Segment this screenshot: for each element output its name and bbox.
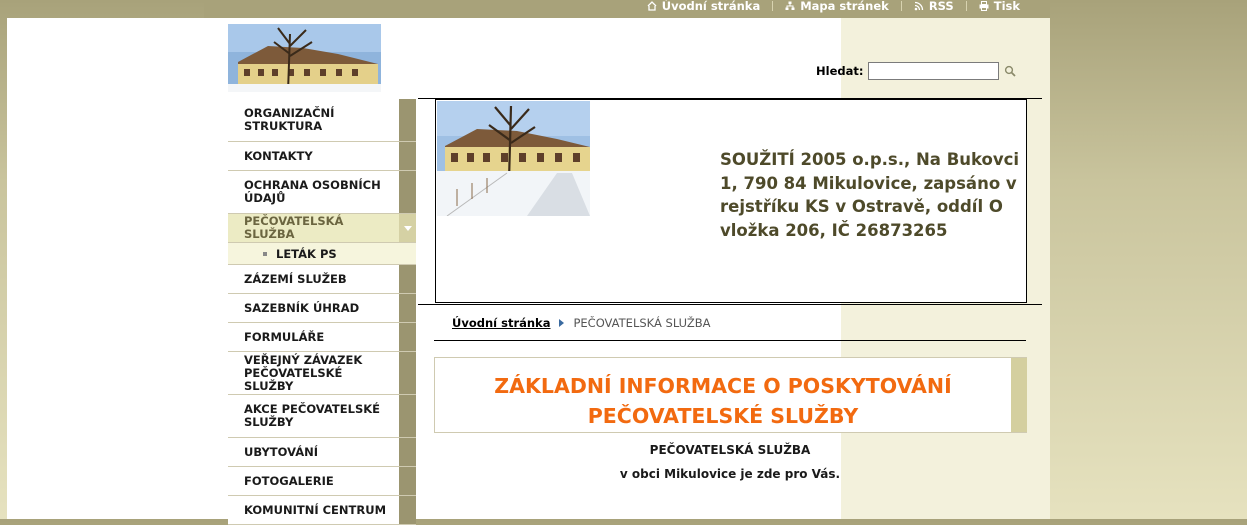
content-paragraph: PEČOVATELSKÁ SLUŽBA bbox=[649, 443, 811, 457]
nav-item-pecovatelska-sluzba[interactable]: PEČOVATELSKÁ SLUŽBA bbox=[228, 214, 416, 243]
nav-item-label: FOTOGALERIE bbox=[244, 473, 334, 488]
content-paragraph: v obci Mikulovice je zde pro Vás. bbox=[619, 467, 841, 481]
nav-item-fotogalerie[interactable]: FOTOGALERIE bbox=[228, 467, 416, 496]
site-logo[interactable] bbox=[228, 24, 381, 92]
home-icon bbox=[647, 1, 657, 11]
nav-item-organizacni-struktura[interactable]: ORGANIZAČNÍ STRUKTURA bbox=[228, 99, 416, 142]
nav-item-ubytovani[interactable]: UBYTOVÁNÍ bbox=[228, 438, 416, 467]
nav-item-verejny-zavazek[interactable]: VEŘEJNÝ ZÁVAZEK PEČOVATELSKÉ SLUŽBY bbox=[228, 352, 416, 395]
search-bar: Hledat: bbox=[816, 62, 1017, 80]
nav-subitem-label: LETÁK PS bbox=[276, 246, 337, 261]
breadcrumb-rule bbox=[434, 340, 1026, 341]
toplink-home[interactable]: Úvodní stránka bbox=[635, 0, 772, 13]
sitemap-icon bbox=[785, 1, 795, 10]
search-label: Hledat: bbox=[816, 64, 864, 78]
toplink-rss[interactable]: RSS bbox=[902, 0, 966, 13]
nav-item-label: OCHRANA OSOBNÍCH ÚDAJŮ bbox=[244, 178, 381, 205]
print-icon bbox=[979, 1, 989, 11]
nav-item-zazemi-sluzeb[interactable]: ZÁZEMÍ SLUŽEB bbox=[228, 265, 416, 294]
nav-item-akce-pecovatelske-sluzby[interactable]: AKCE PEČOVATELSKÉ SLUŽBY bbox=[228, 395, 416, 438]
nav-item-label: PEČOVATELSKÁ SLUŽBA bbox=[244, 214, 344, 241]
company-info: SOUŽITÍ 2005 o.p.s., Na Bukovci 1, 790 8… bbox=[720, 150, 1020, 240]
toplink-sitemap[interactable]: Mapa stránek bbox=[773, 0, 901, 13]
nav-item-label: FORMULÁŘE bbox=[244, 329, 325, 344]
toplink-rss-label: RSS bbox=[928, 0, 954, 13]
toplink-print[interactable]: Tisk bbox=[967, 0, 1032, 13]
nav-subitem-letak-ps[interactable]: LETÁK PS bbox=[228, 243, 416, 265]
toplink-print-label: Tisk bbox=[993, 0, 1020, 13]
top-links: Úvodní stránka Mapa stránek RSS Tisk bbox=[635, 0, 1032, 13]
search-input[interactable] bbox=[868, 62, 1000, 80]
nav-item-label: ORGANIZAČNÍ STRUKTURA bbox=[244, 106, 335, 133]
logo-building-image bbox=[228, 24, 381, 92]
header-photo bbox=[437, 101, 590, 216]
breadcrumb-current: PEČOVATELSKÁ SLUŽBA bbox=[573, 316, 711, 330]
nav-item-label: SAZEBNÍK ÚHRAD bbox=[244, 300, 360, 315]
sidebar-nav: ORGANIZAČNÍ STRUKTURA KONTAKTY OCHRANA O… bbox=[228, 99, 416, 525]
search-icon[interactable] bbox=[1004, 65, 1017, 77]
header-bottom-rule bbox=[418, 304, 1042, 305]
page-title: ZÁKLADNÍ INFORMACE O POSKYTOVÁNÍ PEČOVAT… bbox=[494, 374, 952, 428]
nav-item-label: KOMUNITNÍ CENTRUM bbox=[244, 502, 387, 517]
nav-item-label: ZÁZEMÍ SLUŽEB bbox=[244, 271, 347, 286]
building-winter-image bbox=[437, 101, 590, 216]
nav-item-label: VEŘEJNÝ ZÁVAZEK PEČOVATELSKÉ SLUŽBY bbox=[244, 352, 363, 393]
nav-item-label: AKCE PEČOVATELSKÉ SLUŽBY bbox=[244, 402, 380, 429]
nav-item-label: KONTAKTY bbox=[244, 148, 313, 163]
page-title-box: ZÁKLADNÍ INFORMACE O POSKYTOVÁNÍ PEČOVAT… bbox=[434, 357, 1027, 433]
toplink-sitemap-label: Mapa stránek bbox=[800, 0, 889, 13]
nav-item-kontakty[interactable]: KONTAKTY bbox=[228, 142, 416, 171]
breadcrumb: Úvodní stránka PEČOVATELSKÁ SLUŽBA bbox=[452, 316, 711, 330]
breadcrumb-arrow-icon bbox=[559, 319, 565, 327]
nav-item-label: UBYTOVÁNÍ bbox=[244, 444, 319, 459]
nav-item-komunitni-centrum[interactable]: KOMUNITNÍ CENTRUM bbox=[228, 496, 416, 525]
breadcrumb-home-link[interactable]: Úvodní stránka bbox=[452, 316, 550, 330]
rss-icon bbox=[914, 1, 923, 11]
nav-item-sazebnik-uhrad[interactable]: SAZEBNÍK ÚHRAD bbox=[228, 294, 416, 323]
nav-item-ochrana-osobnich-udaju[interactable]: OCHRANA OSOBNÍCH ÚDAJŮ bbox=[228, 171, 416, 214]
toplink-home-label: Úvodní stránka bbox=[661, 0, 761, 13]
nav-item-formulare[interactable]: FORMULÁŘE bbox=[228, 323, 416, 352]
chevron-down-icon bbox=[404, 226, 412, 231]
